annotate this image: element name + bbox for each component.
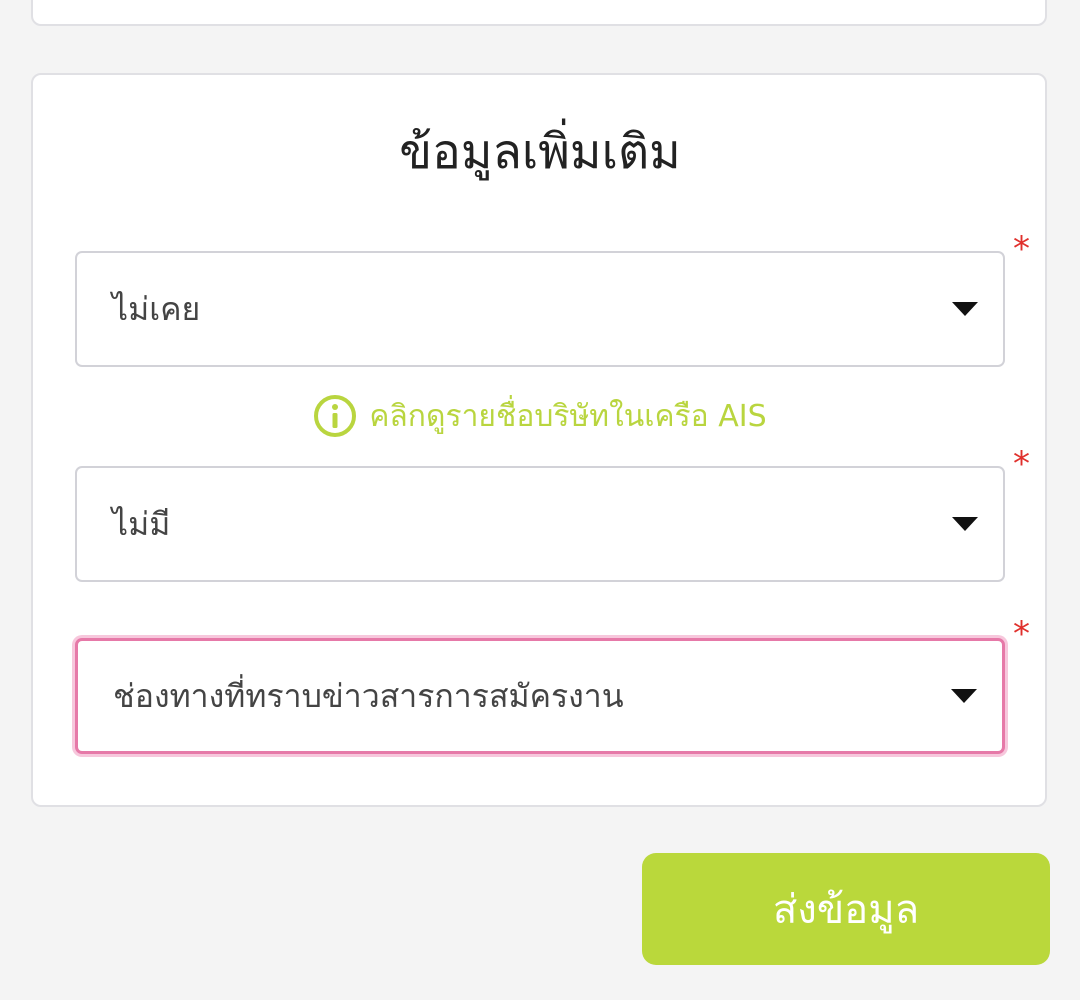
affiliate-companies-link[interactable]: คลิกดูรายชื่อบริษัทในเครือ AIS [0,390,1080,442]
relatives-select[interactable]: ไม่มี [75,466,1005,582]
dropdown-arrow-icon [951,689,977,703]
prior-employment-select[interactable]: ไม่เคย [75,251,1005,367]
job-news-channel-select[interactable]: ช่องทางที่ทราบข่าวสารการสมัครงาน [75,638,1005,754]
required-marker: * [1013,614,1030,654]
section-title: ข้อมูลเพิ่มเติม [399,124,681,180]
required-marker: * [1013,444,1030,484]
dropdown-arrow-icon [952,302,978,316]
previous-section-card [31,0,1047,26]
dropdown-arrow-icon [952,517,978,531]
info-icon [314,395,357,437]
required-marker: * [1013,229,1030,269]
select-value: ช่องทางที่ทราบข่าวสารการสมัครงาน [113,676,624,715]
submit-button[interactable]: ส่งข้อมูล [642,853,1050,965]
select-value: ไม่มี [112,504,171,543]
select-value: ไม่เคย [112,289,201,328]
info-link-text: คลิกดูรายชื่อบริษัทในเครือ AIS [369,398,767,434]
